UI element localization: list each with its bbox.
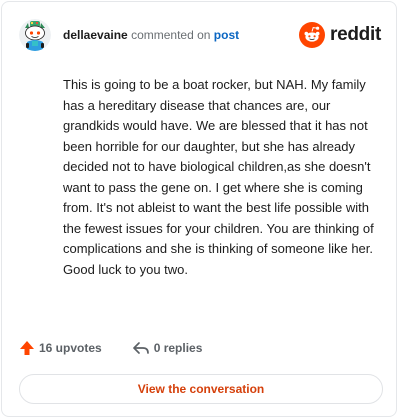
reply-arrow-icon: [132, 342, 149, 354]
reddit-snoo-icon: [299, 22, 326, 48]
comment-actions: 16 upvotes 0 replies: [19, 338, 202, 358]
comment-meta: dellaevaine commented on post: [63, 28, 239, 42]
view-conversation-button[interactable]: View the conversation: [19, 374, 383, 404]
comment-embed-card: dellaevaine commented on post reddit Thi…: [1, 1, 397, 417]
comment-body-text: This is going to be a boat rocker, but N…: [63, 77, 374, 277]
comment-header: dellaevaine commented on post reddit: [19, 19, 381, 51]
reply-button[interactable]: 0 replies: [132, 340, 203, 356]
upvote-arrow-icon: [20, 341, 34, 355]
snoo-avatar-icon: [19, 19, 51, 51]
upvote-button[interactable]: 16 upvotes: [19, 340, 102, 356]
reddit-wordmark: reddit: [330, 24, 381, 45]
comment-action-text: commented on: [131, 28, 211, 42]
avatar[interactable]: [19, 19, 51, 51]
reply-count: 0 replies: [153, 341, 203, 355]
post-link[interactable]: post: [214, 28, 239, 42]
upvote-count: 16 upvotes: [39, 341, 102, 355]
author-username[interactable]: dellaevaine: [63, 28, 128, 42]
reddit-logo[interactable]: reddit: [299, 20, 381, 50]
